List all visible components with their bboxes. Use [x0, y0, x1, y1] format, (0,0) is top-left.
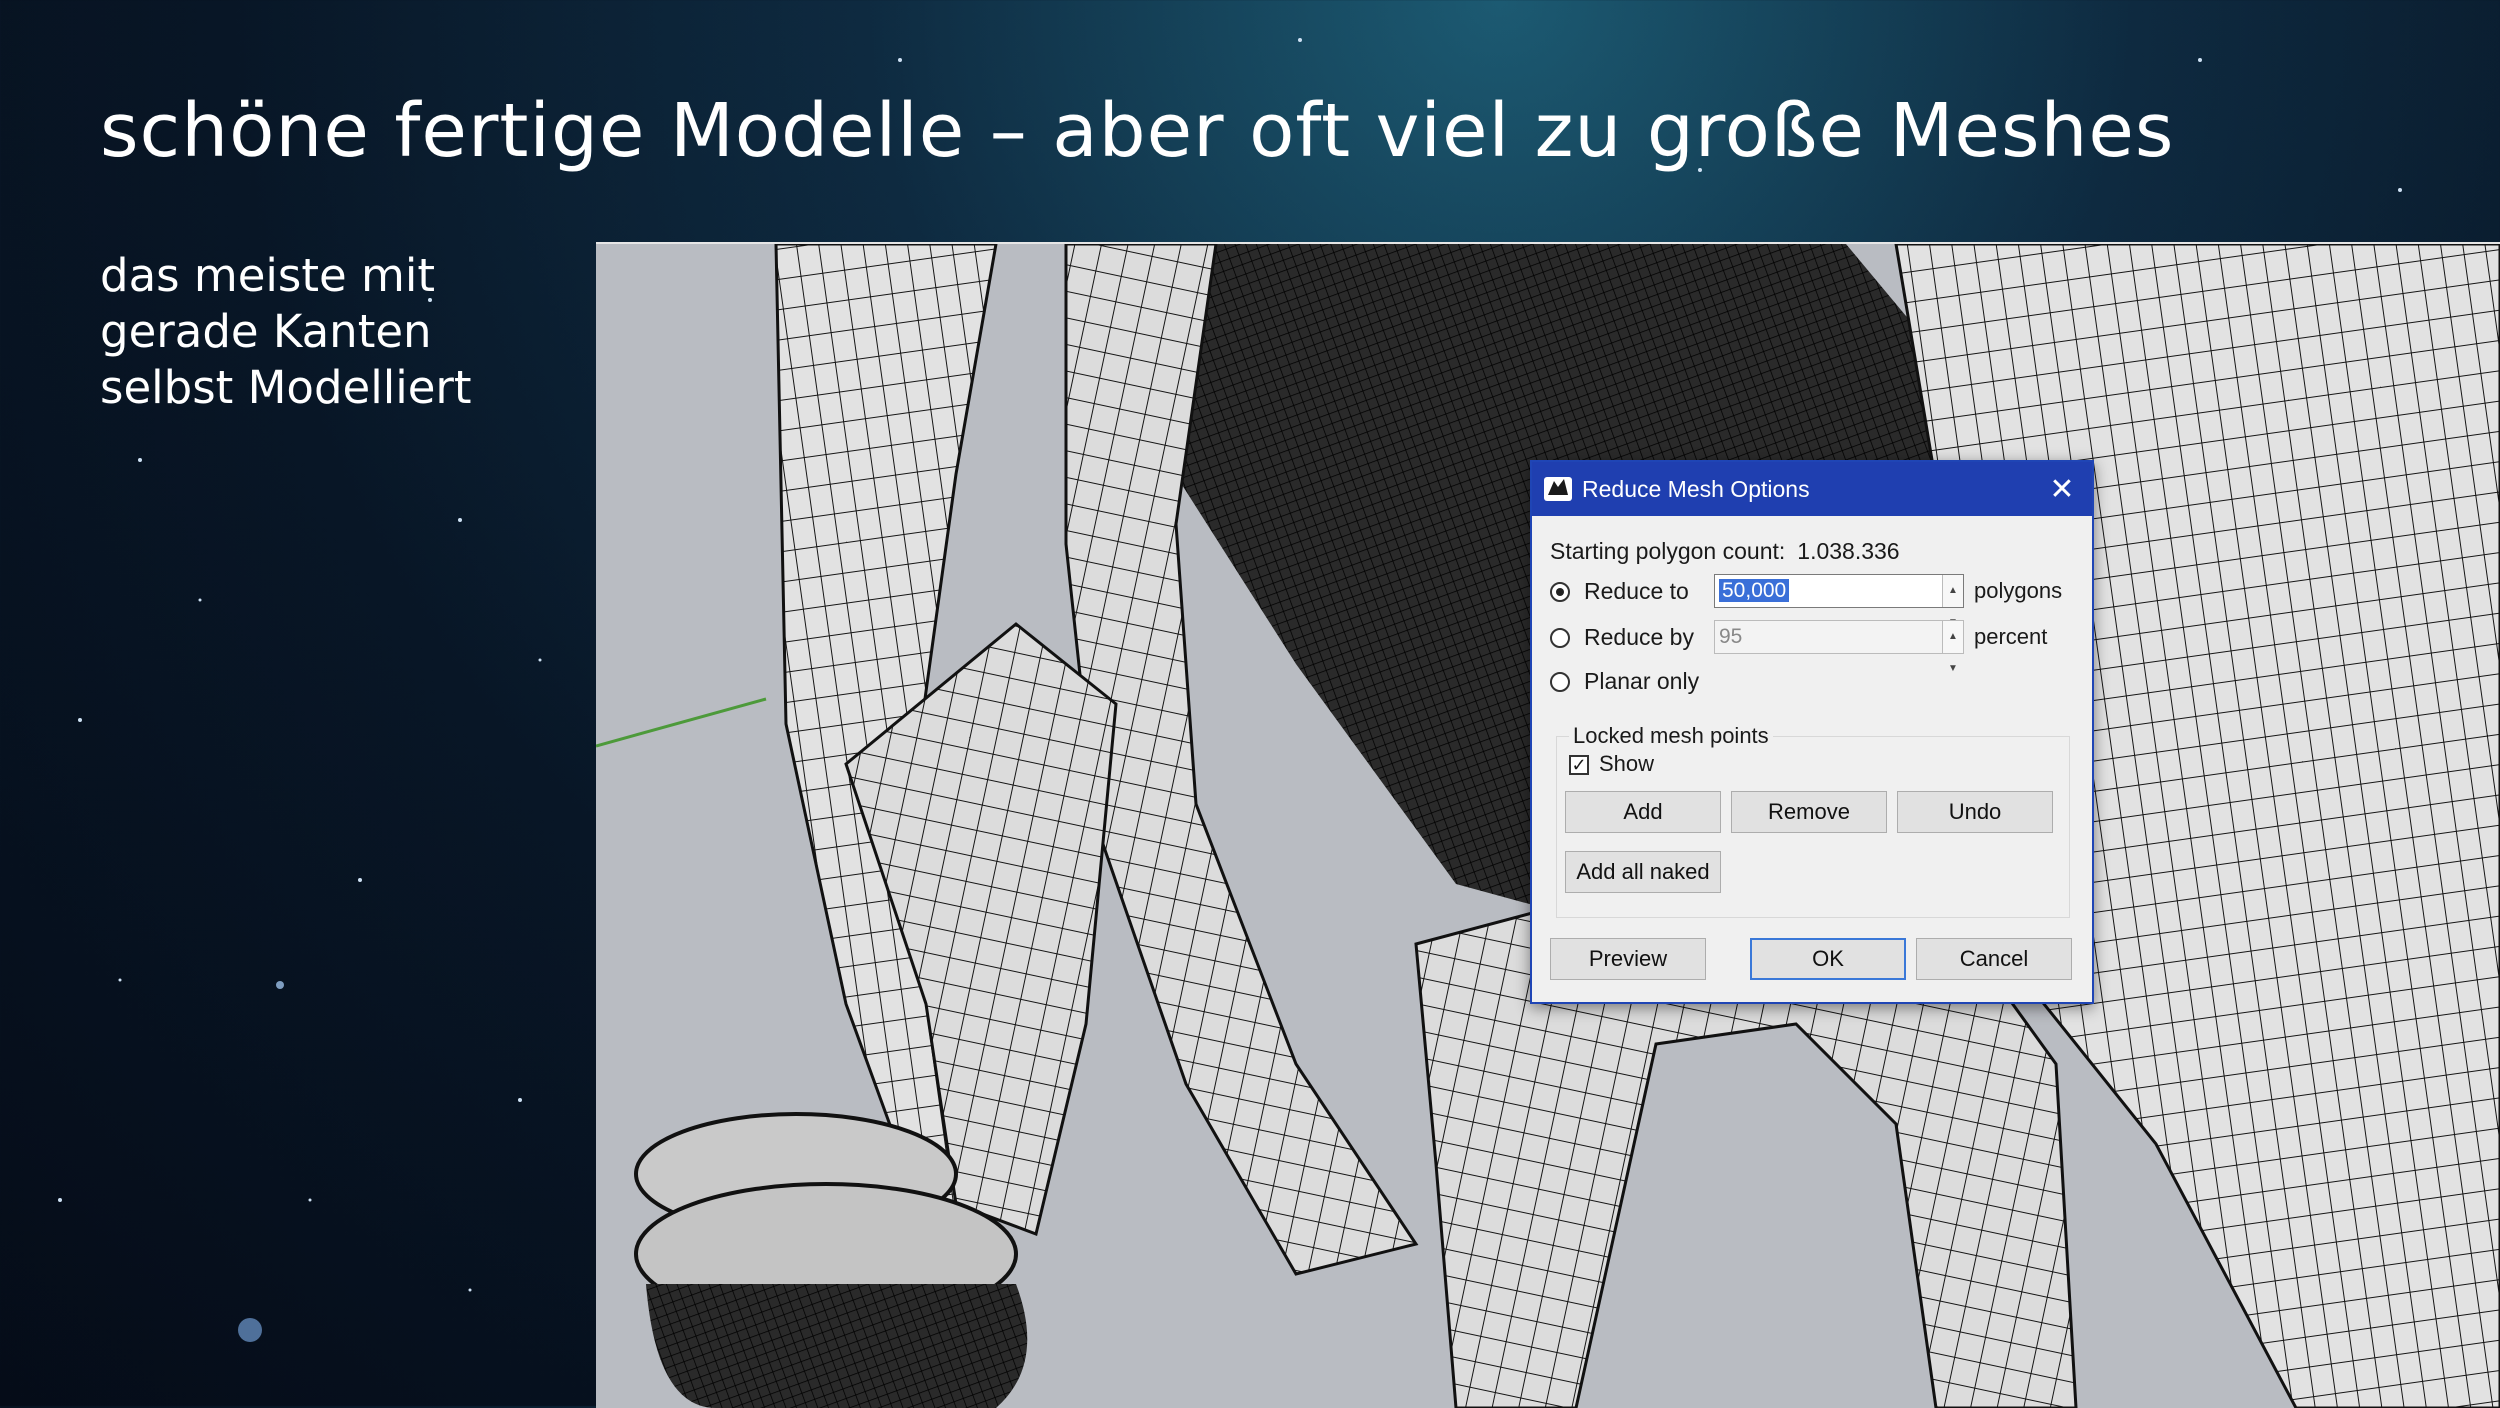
slide-subtitle: das meiste mit gerade Kanten selbst Mode… — [100, 248, 580, 416]
add-all-naked-button[interactable]: Add all naked — [1565, 851, 1721, 893]
planar-only-radio[interactable] — [1550, 671, 1570, 692]
reduce-by-value: 95 — [1719, 625, 1743, 648]
reduce-mesh-dialog: Reduce Mesh Options ✕ Starting polygon c… — [1530, 460, 2094, 1004]
reduce-to-spinner[interactable]: ▲▼ — [1942, 575, 1963, 628]
preview-button[interactable]: Preview — [1550, 938, 1706, 980]
subtitle-line: selbst Modelliert — [100, 361, 472, 414]
locked-mesh-points-label: Locked mesh points — [1569, 723, 1773, 749]
reduce-by-option[interactable]: Reduce by — [1550, 624, 1694, 651]
subtitle-line: das meiste mit — [100, 249, 435, 302]
reduce-to-label: Reduce to — [1584, 578, 1689, 604]
starting-count-row: Starting polygon count: 1.038.336 — [1550, 538, 1900, 565]
reduce-to-option[interactable]: Reduce to — [1550, 578, 1689, 605]
reduce-by-spinner[interactable]: ▲ ▼ — [1942, 621, 1963, 674]
reduce-by-input[interactable]: 95 ▲ ▼ — [1714, 620, 1964, 674]
add-button[interactable]: Add — [1565, 791, 1721, 833]
starting-count-value: 1.038.336 — [1797, 538, 1900, 564]
ok-button[interactable]: OK — [1750, 938, 1906, 980]
undo-button[interactable]: Undo — [1897, 791, 2053, 833]
reduce-to-value: 50,000 — [1719, 579, 1790, 602]
subtitle-line: gerade Kanten — [100, 305, 432, 358]
close-icon[interactable]: ✕ — [2032, 462, 2092, 516]
remove-button[interactable]: Remove — [1731, 791, 1887, 833]
reduce-to-unit: polygons — [1974, 578, 2063, 603]
planar-only-option[interactable]: Planar only — [1550, 668, 1699, 695]
cancel-button[interactable]: Cancel — [1916, 938, 2072, 980]
reduce-by-unit: percent — [1974, 624, 2048, 649]
starting-count-label: Starting polygon count: — [1550, 538, 1786, 564]
reduce-by-radio[interactable] — [1550, 627, 1570, 648]
dialog-titlebar[interactable]: Reduce Mesh Options ✕ — [1532, 462, 2092, 516]
slide-title: schöne fertige Modelle – aber oft viel z… — [100, 88, 2175, 174]
rhino-icon — [1544, 477, 1572, 501]
reduce-by-label: Reduce by — [1584, 624, 1694, 650]
locked-mesh-points-group: Locked mesh points ✓ Show Add Remove Und… — [1556, 723, 2070, 918]
dialog-title: Reduce Mesh Options — [1582, 475, 1810, 502]
show-label: Show — [1599, 751, 1655, 776]
reduce-to-input[interactable]: 50,000 ▲▼ — [1714, 574, 1964, 628]
planar-only-label: Planar only — [1584, 668, 1700, 694]
show-checkbox[interactable]: ✓ — [1569, 755, 1589, 775]
reduce-to-radio[interactable] — [1550, 581, 1570, 602]
